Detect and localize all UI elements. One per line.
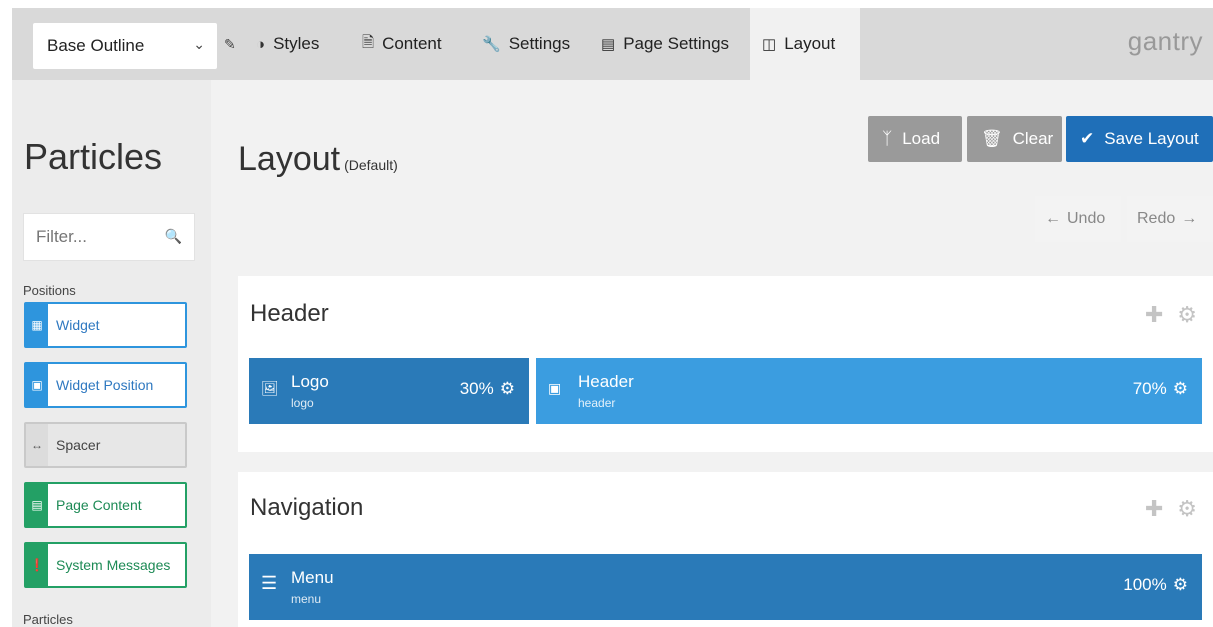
gear-icon[interactable]: ⚙ <box>1177 496 1197 522</box>
page-icon: ▤ <box>26 484 48 526</box>
block-size: 30% ⚙ <box>460 379 515 399</box>
load-icon: ᛉ <box>882 129 893 148</box>
columns-icon: ◫ <box>762 36 777 53</box>
image-icon: 🖼 <box>261 380 279 396</box>
block-size: 70% ⚙ <box>1133 379 1188 399</box>
particle-label: Spacer <box>56 437 101 453</box>
block-logo[interactable]: 🖼 Logo logo 30% ⚙ <box>249 358 529 424</box>
particle-system-messages[interactable]: ❗ System Messages <box>24 542 187 588</box>
block-header[interactable]: ▣ Header header 70% ⚙ <box>536 358 1202 424</box>
filter-input[interactable] <box>24 214 166 260</box>
tab-page-settings[interactable]: ▤ Page Settings <box>589 8 741 80</box>
page-title: Layout (Default) <box>238 140 398 179</box>
pencil-icon[interactable]: ✎ <box>224 36 236 53</box>
outline-select-label: Base Outline <box>47 36 145 55</box>
page-title-text: Layout <box>238 140 341 178</box>
particle-label: System Messages <box>56 557 171 573</box>
block-percent: 30% <box>459 379 494 398</box>
gear-icon[interactable]: ⚙ <box>500 379 515 399</box>
menu-icon: ☰ <box>261 573 278 593</box>
particle-label: Widget Position <box>56 377 154 393</box>
gear-icon[interactable]: ⚙ <box>1177 302 1197 328</box>
particle-widget-position[interactable]: ▣ Widget Position <box>24 362 187 408</box>
section-tools: ✚ ⚙ <box>1145 302 1197 328</box>
add-icon[interactable]: ✚ <box>1145 496 1163 522</box>
block-percent: 70% <box>1132 379 1167 398</box>
redo-button[interactable]: Redo → <box>1127 196 1213 242</box>
tab-layout[interactable]: ◫ Layout <box>750 8 860 80</box>
add-icon[interactable]: ✚ <box>1145 302 1163 328</box>
position-icon: ▣ <box>548 380 562 396</box>
tab-page-settings-label: Page Settings <box>623 34 730 53</box>
tab-settings-label: Settings <box>508 34 571 53</box>
block-name: Logo <box>291 372 329 391</box>
arrow-left-icon: ← <box>1045 210 1061 227</box>
block-key: header <box>578 396 616 410</box>
search-icon[interactable]: 🔍 <box>165 228 182 245</box>
load-button[interactable]: ᛉ Load <box>868 116 962 162</box>
undo-label: Undo <box>1067 210 1106 227</box>
save-label: Save Layout <box>1104 129 1199 148</box>
chevron-down-icon: ⌄ <box>193 36 205 52</box>
clear-button[interactable]: 🗑 Clear <box>967 116 1062 162</box>
layout-section-header: Header ✚ ⚙ 🖼 Logo logo 30% ⚙ ▣ Header he… <box>238 276 1213 452</box>
brand-logo: gantry <box>1127 26 1203 56</box>
clear-label: Clear <box>1012 129 1054 148</box>
block-size: 100% ⚙ <box>1123 575 1188 595</box>
widget-icon: ▦ <box>26 304 48 346</box>
particles-label: Particles <box>23 612 73 627</box>
particles-sidebar: Particles 🔍 Positions ▦ Widget ▣ Widget … <box>12 80 211 627</box>
arrow-right-icon: → <box>1181 210 1198 227</box>
gear-icon[interactable]: ⚙ <box>1173 379 1188 399</box>
tab-styles[interactable]: ◑ Styles <box>244 8 331 80</box>
info-icon: ❗ <box>26 544 48 586</box>
block-name: Header <box>578 372 634 391</box>
block-name: Menu <box>291 568 334 587</box>
outline-select[interactable]: Base Outline ⌄ <box>33 23 217 69</box>
trash-icon: 🗑 <box>981 129 1003 148</box>
check-icon: ✔ <box>1080 129 1095 148</box>
tab-layout-label: Layout <box>784 34 836 53</box>
top-navbar: Base Outline ⌄ ✎ ◑ Styles 🗎 Content 🔧 Se… <box>12 8 1213 80</box>
tab-content[interactable]: 🗎 Content <box>350 8 454 80</box>
layout-section-navigation: Navigation ✚ ⚙ ☰ Menu menu 100% ⚙ <box>238 472 1213 627</box>
section-title: Header <box>250 300 329 327</box>
spacer-icon: ↔ <box>26 424 48 466</box>
positions-label: Positions <box>23 283 76 298</box>
block-percent: 100% <box>1123 575 1167 594</box>
particle-label: Widget <box>56 317 100 333</box>
particle-label: Page Content <box>56 497 142 513</box>
particle-spacer[interactable]: ↔ Spacer <box>24 422 187 468</box>
tab-styles-label: Styles <box>273 34 320 53</box>
undo-button[interactable]: ← Undo <box>1035 196 1121 242</box>
document-icon: 🗎 <box>362 33 375 51</box>
widget-position-icon: ▣ <box>26 364 48 406</box>
section-title: Navigation <box>250 494 364 521</box>
gear-icon[interactable]: ⚙ <box>1173 575 1188 595</box>
save-layout-button[interactable]: ✔ Save Layout <box>1066 116 1213 162</box>
sidebar-title: Particles <box>24 136 163 177</box>
particle-widget[interactable]: ▦ Widget <box>24 302 187 348</box>
block-key: logo <box>291 396 314 410</box>
particle-page-content[interactable]: ▤ Page Content <box>24 482 187 528</box>
window-icon: ▤ <box>601 36 616 53</box>
contrast-icon: ◑ <box>256 35 266 53</box>
section-tools: ✚ ⚙ <box>1145 496 1197 522</box>
block-key: menu <box>291 592 322 606</box>
page-subtitle: (Default) <box>344 157 398 173</box>
load-label: Load <box>902 129 941 148</box>
redo-label: Redo <box>1137 210 1176 227</box>
wrench-icon: 🔧 <box>482 36 501 53</box>
block-menu[interactable]: ☰ Menu menu 100% ⚙ <box>249 554 1202 620</box>
filter-field[interactable]: 🔍 <box>23 213 195 261</box>
tab-content-label: Content <box>382 34 442 53</box>
tab-settings[interactable]: 🔧 Settings <box>470 8 582 80</box>
